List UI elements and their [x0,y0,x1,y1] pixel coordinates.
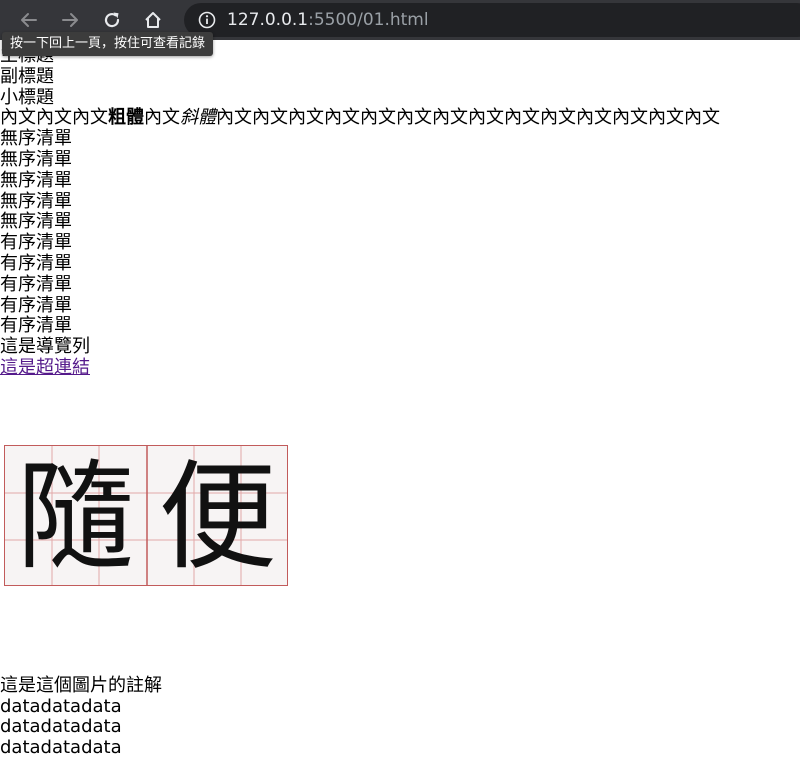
image-caption: 這是這個圖片的註解 [0,674,162,696]
paragraph-text: 內文內文內文 [0,107,108,129]
calligraphy-image: 隨 便 [4,444,288,586]
back-button-tooltip: 按一下回上一頁，按住可查看記錄 [2,32,214,56]
home-icon [145,12,161,28]
list-item: 有序清單 [0,232,72,254]
data-row: datadatadata [0,695,122,717]
address-bar[interactable]: 127.0.0.1:5500/01.html [184,3,800,37]
paragraph: 內文內文內文粗體內文斜體內文內文內文內文內文內文內文內文內文內文內文內文內文內文 [0,107,800,129]
paragraph-text: 內文 [144,107,180,129]
forward-button[interactable] [55,5,85,35]
list-item: 無序清單 [0,211,72,233]
url-path: :5500/01.html [308,10,429,30]
bold-text: 粗體 [108,107,144,129]
hyperlink[interactable]: 這是超連結 [0,357,90,378]
data-row: datadatadata [0,737,122,759]
info-icon[interactable] [198,11,216,29]
reload-button[interactable] [97,5,127,35]
list-item: 無序清單 [0,169,72,191]
character-bian: 便 [158,447,277,586]
paragraph-text: 內文內文內文內文內文內文內文內文內文內文內文內文內文內文 [216,107,720,129]
unordered-list: 無序清單 無序清單 無序清單 無序清單 無序清單 [0,128,800,233]
character-sui: 隨 [16,447,135,586]
forward-arrow-icon [62,13,78,27]
data-row: datadatadata [0,716,122,738]
list-item: 無序清單 [0,148,72,170]
nav-bar-text: 這是導覽列 [0,336,90,358]
small-title: 小標題 [0,86,54,108]
list-item: 有序清單 [0,252,72,274]
list-item: 有序清單 [0,294,72,316]
url-text[interactable]: 127.0.0.1:5500/01.html [227,10,429,30]
reload-icon [104,12,120,28]
list-item: 無序清單 [0,128,72,150]
back-button[interactable] [14,5,44,35]
list-item: 無序清單 [0,190,72,212]
figure: 隨 便 [0,379,800,676]
italic-text: 斜體 [180,107,216,129]
subtitle: 副標題 [0,65,54,87]
back-arrow-icon [21,13,37,27]
list-item: 有序清單 [0,273,72,295]
url-host: 127.0.0.1 [227,10,309,30]
list-item: 有序清單 [0,315,72,337]
page-content: 主標題 副標題 小標題 內文內文內文粗體內文斜體內文內文內文內文內文內文內文內文… [0,45,800,759]
ordered-list: 有序清單 有序清單 有序清單 有序清單 有序清單 [0,232,800,337]
home-button[interactable] [138,5,168,35]
